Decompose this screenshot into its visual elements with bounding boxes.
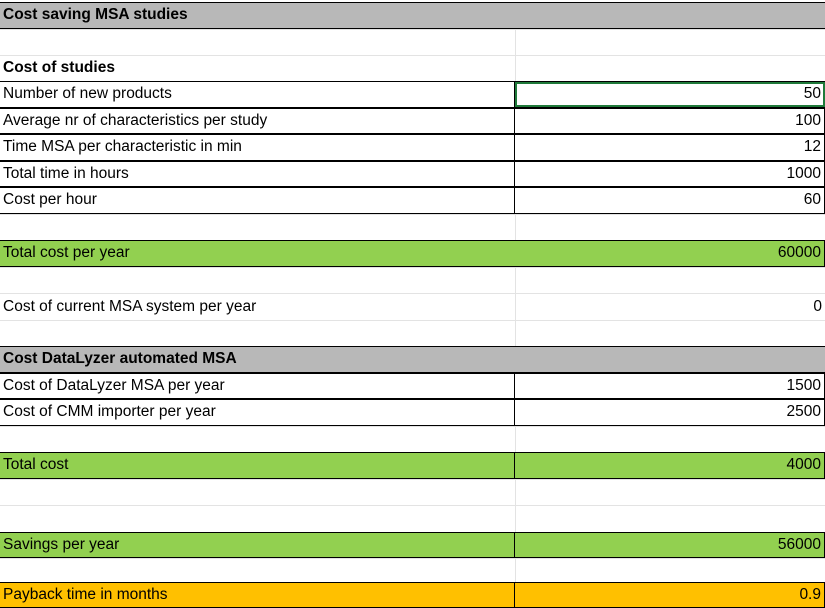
empty-cell[interactable]	[0, 427, 515, 453]
savings-row[interactable]: Savings per year 56000	[0, 531, 825, 558]
table-row[interactable]: Cost of CMM importer per year 2500	[0, 399, 825, 426]
empty-cell[interactable]	[515, 559, 825, 585]
payback-label[interactable]: Payback time in months	[0, 583, 515, 607]
table-row[interactable]: Total time in hours 1000	[0, 160, 825, 187]
title-row[interactable]: Cost saving MSA studies	[0, 2, 825, 29]
row-value[interactable]: 100	[515, 108, 825, 133]
empty-cell[interactable]	[515, 214, 825, 240]
empty-row[interactable]	[0, 558, 825, 585]
row-value[interactable]: 1500	[515, 373, 825, 398]
total-cost-value[interactable]: 4000	[515, 453, 825, 478]
table-row[interactable]: Cost per hour 60	[0, 187, 825, 214]
empty-row[interactable]	[0, 478, 825, 506]
table-row[interactable]: Number of new products 50	[0, 81, 825, 108]
total-cost-per-year-value[interactable]: 60000	[515, 241, 825, 266]
section-heading-datalyzer[interactable]: Cost DataLyzer automated MSA	[0, 347, 825, 372]
empty-cell[interactable]	[0, 321, 515, 347]
empty-cell[interactable]	[515, 29, 825, 55]
row-value[interactable]: 2500	[515, 400, 825, 425]
empty-cell[interactable]	[0, 480, 515, 506]
current-msa-label[interactable]: Cost of current MSA system per year	[0, 294, 515, 320]
row-label[interactable]: Cost of DataLyzer MSA per year	[0, 373, 515, 398]
total-cost-label[interactable]: Total cost	[0, 453, 515, 478]
empty-cell[interactable]	[0, 268, 515, 294]
empty-row[interactable]	[0, 425, 825, 453]
sheet-title[interactable]: Cost saving MSA studies	[0, 3, 825, 28]
empty-row[interactable]	[0, 266, 825, 294]
row-label[interactable]: Total time in hours	[0, 161, 515, 186]
row-label[interactable]: Average nr of characteristics per study	[0, 108, 515, 133]
empty-cell[interactable]	[515, 506, 825, 532]
row-label[interactable]: Cost of CMM importer per year	[0, 400, 515, 425]
payback-row[interactable]: Payback time in months 0.9	[0, 582, 825, 608]
total-cost-row[interactable]: Total cost 4000	[0, 452, 825, 479]
empty-cell[interactable]	[515, 320, 825, 346]
empty-cell[interactable]	[515, 267, 825, 293]
savings-label[interactable]: Savings per year	[0, 532, 515, 557]
empty-row[interactable]	[0, 505, 825, 532]
table-row[interactable]: Average nr of characteristics per study …	[0, 107, 825, 134]
empty-cell[interactable]	[0, 559, 515, 585]
empty-row[interactable]	[0, 28, 825, 56]
payback-value[interactable]: 0.9	[515, 583, 825, 607]
spreadsheet-grid: Cost saving MSA studies Cost of studies …	[0, 0, 825, 608]
row-value-selected-cell[interactable]: 50	[515, 82, 825, 107]
current-msa-value[interactable]: 0	[515, 294, 825, 320]
row-label[interactable]: Number of new products	[0, 82, 515, 107]
row-label[interactable]: Time MSA per characteristic in min	[0, 135, 515, 160]
empty-cell[interactable]	[0, 215, 515, 241]
empty-cell[interactable]	[0, 506, 515, 532]
empty-row[interactable]	[0, 319, 825, 347]
row-label[interactable]: Cost per hour	[0, 188, 515, 213]
empty-cell[interactable]	[515, 479, 825, 505]
empty-cell[interactable]	[515, 426, 825, 452]
section-heading-row[interactable]: Cost of studies	[0, 55, 825, 82]
table-row[interactable]: Time MSA per characteristic in min 12	[0, 134, 825, 161]
current-msa-row[interactable]: Cost of current MSA system per year 0	[0, 293, 825, 320]
total-cost-per-year-label[interactable]: Total cost per year	[0, 241, 515, 266]
table-row[interactable]: Cost of DataLyzer MSA per year 1500	[0, 372, 825, 399]
row-value[interactable]: 60	[515, 188, 825, 213]
section-heading-row[interactable]: Cost DataLyzer automated MSA	[0, 346, 825, 373]
row-value[interactable]: 12	[515, 135, 825, 160]
savings-value[interactable]: 56000	[515, 532, 825, 557]
empty-cell[interactable]	[515, 56, 825, 81]
total-cost-per-year-row[interactable]: Total cost per year 60000	[0, 240, 825, 267]
section-heading-cost-of-studies[interactable]: Cost of studies	[0, 56, 515, 81]
empty-cell[interactable]	[0, 30, 515, 56]
row-value[interactable]: 1000	[515, 161, 825, 186]
empty-row[interactable]	[0, 213, 825, 241]
